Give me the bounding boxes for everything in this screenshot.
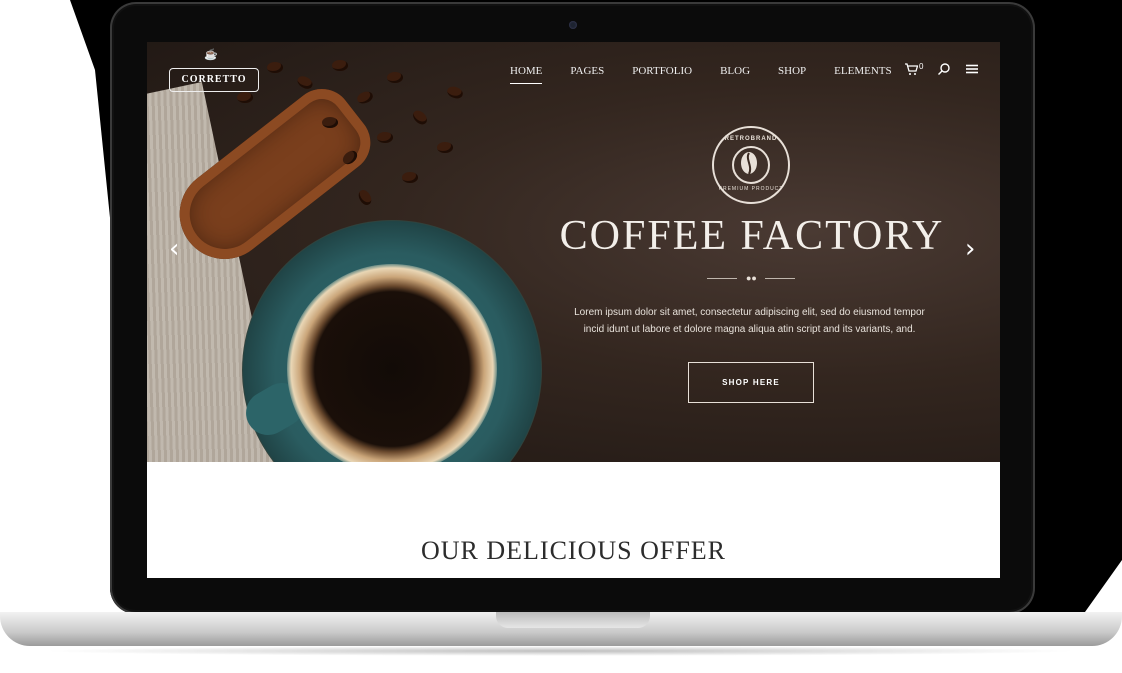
- shop-here-button[interactable]: SHOP HERE: [688, 362, 814, 403]
- screen: CORRETTO ☕ HOME PAGES PORTFOLIO BLOG SHO…: [147, 42, 1000, 578]
- hero-text-line-1: Lorem ipsum dolor sit amet, consectetur …: [574, 307, 925, 318]
- coffee-bean: [267, 62, 283, 73]
- hero-slider: CORRETTO ☕ HOME PAGES PORTFOLIO BLOG SHO…: [147, 42, 1000, 462]
- coffee-bean-icon: [732, 146, 770, 184]
- brand-badge: RETROBRAND PREMIUM PRODUCT: [712, 126, 790, 204]
- coffee-bean: [332, 60, 348, 71]
- nav-item-blog[interactable]: BLOG: [720, 65, 750, 84]
- site-logo[interactable]: CORRETTO: [169, 68, 259, 92]
- coffee-bean: [322, 117, 338, 128]
- title-divider: ●●: [707, 273, 795, 283]
- cart-icon[interactable]: 0: [904, 62, 923, 79]
- nav-item-elements[interactable]: ELEMENTS: [834, 65, 891, 84]
- section-heading: OUR DELICIOUS OFFER: [420, 536, 727, 565]
- beans-icon: ●●: [746, 273, 757, 283]
- nav-item-home[interactable]: HOME: [510, 65, 543, 84]
- chevron-right-icon[interactable]: ›: [965, 234, 975, 264]
- divider-line: [707, 278, 737, 279]
- coffee-bean: [377, 132, 393, 143]
- logo-cup-icon: ☕: [204, 49, 218, 61]
- coffee-bean: [437, 142, 453, 153]
- search-icon[interactable]: [937, 62, 951, 79]
- coffee-bean: [295, 73, 315, 92]
- coffee-bean: [402, 172, 418, 183]
- camera-icon: [569, 21, 577, 29]
- nav-item-portfolio[interactable]: PORTFOLIO: [632, 65, 692, 84]
- chevron-left-icon[interactable]: ‹: [169, 234, 179, 264]
- logo-text: CORRETTO: [181, 74, 247, 85]
- divider-line: [765, 278, 795, 279]
- nav-item-pages[interactable]: PAGES: [570, 65, 604, 84]
- hero-description: Lorem ipsum dolor sit amet, consectetur …: [552, 304, 947, 338]
- hero-title: COFFEE FACTORY: [559, 213, 945, 259]
- nav-icons: 0: [904, 62, 979, 79]
- laptop-notch: [496, 612, 650, 628]
- hero-text-line-2: incid idunt ut labore et dolore magna al…: [583, 324, 916, 335]
- coffee-bean: [387, 72, 403, 83]
- hamburger-menu-icon[interactable]: [965, 62, 979, 79]
- coffee-bean: [355, 89, 375, 106]
- cart-count: 0: [919, 62, 924, 71]
- coffee-bean: [410, 107, 430, 128]
- nav-item-shop[interactable]: SHOP: [778, 65, 806, 84]
- coffee-bean: [445, 84, 465, 101]
- coffee-bean: [237, 92, 253, 103]
- main-nav: HOME PAGES PORTFOLIO BLOG SHOP ELEMENTS: [510, 65, 920, 84]
- badge-bottom-text: PREMIUM PRODUCT: [718, 186, 784, 192]
- coffee-cup-image: [287, 264, 497, 462]
- laptop-shadow: [40, 646, 1080, 656]
- coffee-bean: [356, 187, 374, 208]
- badge-top-text: RETROBRAND: [724, 136, 778, 142]
